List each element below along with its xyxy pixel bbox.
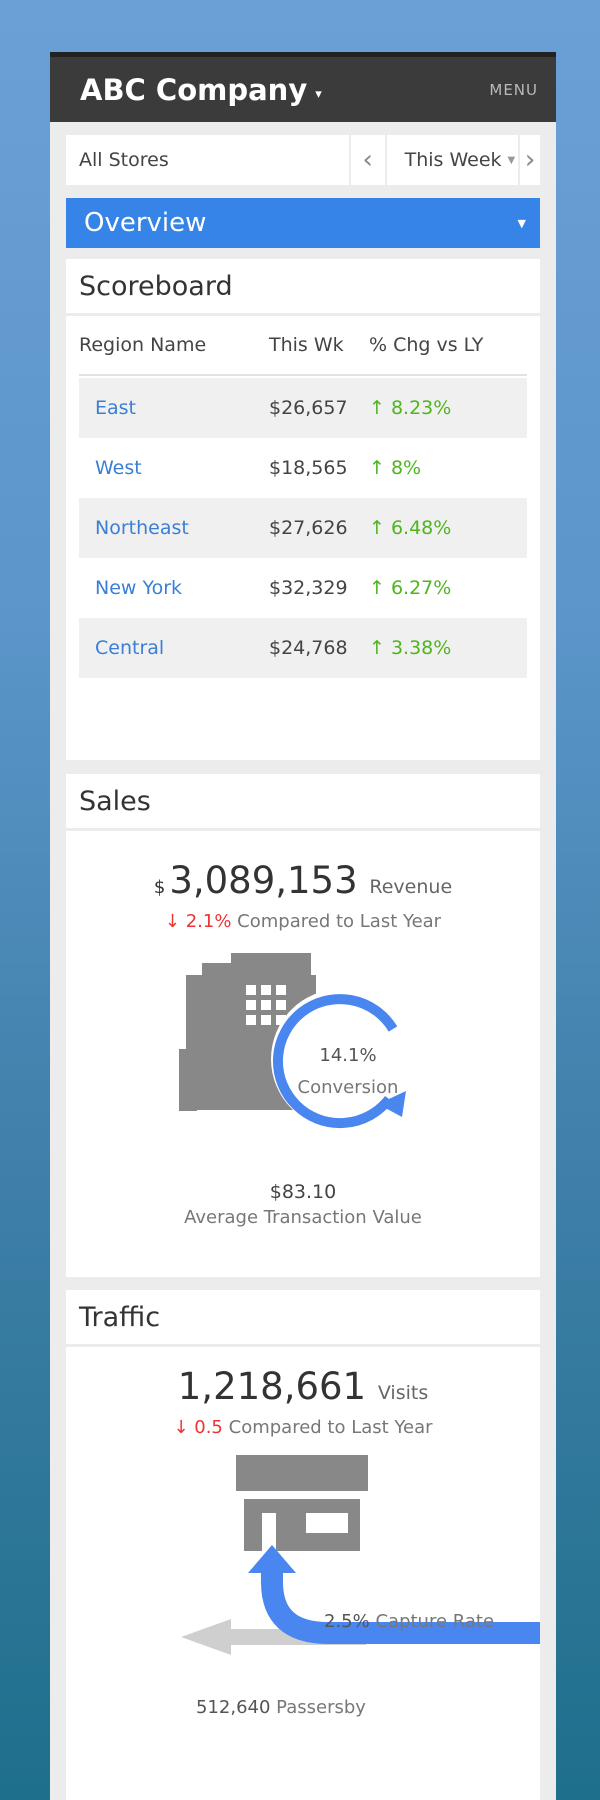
- previous-period-button[interactable]: ‹: [350, 135, 385, 185]
- conversion-value: 14.1%: [319, 1045, 377, 1066]
- revenue-change: 2.1%: [185, 911, 232, 932]
- passersby: 512,640 Passersby: [196, 1697, 366, 1718]
- visits-compare-label: Compared to Last Year: [228, 1417, 433, 1438]
- filter-bar: All Stores ‹ This Week ▼ ›: [66, 135, 540, 185]
- passersby-value: 512,640: [196, 1697, 271, 1718]
- section-label: Overview: [84, 208, 207, 238]
- column-header-region: Region Name: [79, 334, 207, 356]
- this-week-value: $32,329: [269, 577, 348, 599]
- caret-down-icon: ▼: [517, 216, 526, 230]
- column-header-change: % Chg vs LY: [369, 334, 484, 356]
- storefront-icon: [236, 1455, 368, 1551]
- table-row[interactable]: East $26,657 ↑ 8.23%: [79, 378, 527, 438]
- app-screen: ABC Company ▾ MENU All Stores ‹ This Wee…: [50, 52, 556, 1800]
- traffic-title: Traffic: [79, 1301, 161, 1333]
- region-link[interactable]: East: [79, 397, 269, 419]
- revenue-compare-label: Compared to Last Year: [237, 911, 442, 932]
- arrow-down-icon: ↓: [173, 1417, 195, 1438]
- scoreboard-table-header: Region Name This Wk % Chg vs LY: [79, 316, 527, 376]
- revenue-value: 3,089,153: [169, 859, 358, 902]
- currency-symbol: $: [153, 877, 166, 898]
- region-link[interactable]: Northeast: [79, 517, 269, 539]
- passersby-label: Passersby: [276, 1697, 366, 1718]
- change-value: ↑ 8%: [369, 457, 422, 479]
- change-value: ↑ 8.23%: [369, 397, 452, 419]
- period-selector[interactable]: This Week ▼: [386, 135, 519, 185]
- top-bar: ABC Company ▾ MENU: [50, 52, 556, 122]
- conversion-label: Conversion: [297, 1077, 399, 1098]
- capture-rate-value: 2.5%: [324, 1611, 370, 1632]
- region-link[interactable]: Central: [79, 637, 269, 659]
- arrow-up-icon: ↑: [369, 637, 391, 659]
- avg-transaction-value: $83.10: [269, 1181, 337, 1203]
- arrow-up-icon: ↑: [369, 457, 391, 479]
- period-label: This Week: [404, 149, 502, 171]
- visits-change: 0.5: [194, 1417, 223, 1438]
- this-week-value: $26,657: [269, 397, 348, 419]
- visits-line: 1,218,661 Visits: [66, 1365, 540, 1408]
- table-row[interactable]: Northeast $27,626 ↑ 6.48%: [79, 498, 527, 558]
- chevron-left-icon: ‹: [362, 145, 373, 175]
- region-link[interactable]: New York: [79, 577, 269, 599]
- company-name: ABC Company: [80, 72, 308, 107]
- arrow-up-icon: ↑: [369, 397, 391, 419]
- sales-title: Sales: [79, 785, 151, 817]
- next-period-button[interactable]: ›: [520, 135, 540, 185]
- visits-label: Visits: [377, 1382, 429, 1404]
- scoreboard-title: Scoreboard: [79, 270, 233, 302]
- table-row[interactable]: New York $32,329 ↑ 6.27%: [79, 558, 527, 618]
- capture-rate: 2.5% Capture Rate: [324, 1611, 494, 1632]
- revenue-comparison: ↓ 2.1% Compared to Last Year: [66, 911, 540, 932]
- visits-value: 1,218,661: [177, 1365, 367, 1408]
- table-row[interactable]: West $18,565 ↑ 8%: [79, 438, 527, 498]
- scoreboard-card: Region Name This Wk % Chg vs LY East $26…: [66, 316, 540, 760]
- table-row[interactable]: Central $24,768 ↑ 3.38%: [79, 618, 527, 678]
- traffic-header: Traffic: [66, 1290, 540, 1344]
- change-value: ↑ 6.48%: [369, 517, 452, 539]
- company-switcher[interactable]: ABC Company ▾: [80, 73, 322, 107]
- chevron-right-icon: ›: [524, 145, 536, 175]
- column-header-this-week: This Wk: [269, 334, 344, 356]
- arrow-up-icon: ↑: [369, 517, 391, 539]
- storefront-flow-diagram: [181, 1455, 540, 1655]
- traffic-card: 1,218,661 Visits ↓ 0.5 Compared to Last …: [66, 1347, 540, 1800]
- this-week-value: $27,626: [269, 517, 348, 539]
- store-selector[interactable]: All Stores: [66, 135, 349, 185]
- revenue-line: $3,089,153 Revenue: [66, 859, 540, 902]
- caret-down-icon: ▼: [507, 154, 516, 166]
- avg-transaction-label: Average Transaction Value: [184, 1207, 422, 1228]
- visits-comparison: ↓ 0.5 Compared to Last Year: [66, 1417, 540, 1438]
- arrow-up-icon: ↑: [369, 577, 391, 599]
- this-week-value: $24,768: [269, 637, 348, 659]
- revenue-label: Revenue: [369, 876, 453, 898]
- section-dropdown[interactable]: Overview ▼: [66, 198, 540, 248]
- change-value: ↑ 3.38%: [369, 637, 452, 659]
- sales-header: Sales: [66, 774, 540, 828]
- capture-rate-label: Capture Rate: [375, 1611, 495, 1632]
- region-link[interactable]: West: [79, 457, 269, 479]
- scoreboard-header: Scoreboard: [66, 259, 540, 313]
- this-week-value: $18,565: [269, 457, 348, 479]
- arrow-down-icon: ↓: [164, 911, 186, 932]
- sales-card: $3,089,153 Revenue ↓ 2.1% Compared to La…: [66, 831, 540, 1277]
- menu-button[interactable]: MENU: [489, 81, 538, 99]
- caret-down-icon: ▾: [315, 87, 322, 102]
- change-value: ↑ 6.27%: [369, 577, 452, 599]
